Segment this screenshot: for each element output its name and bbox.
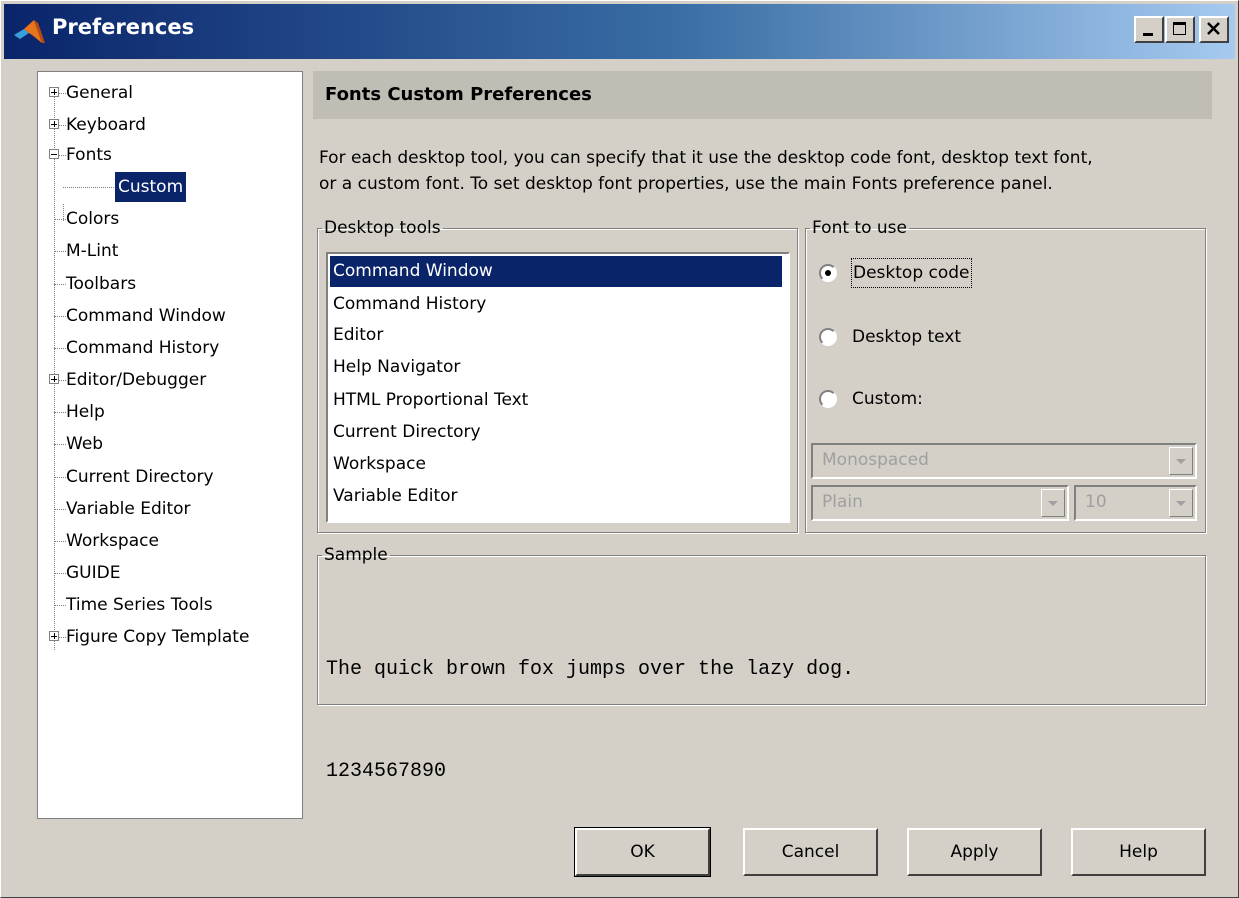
description-line-1: For each desktop tool, you can specify t… [319, 148, 1093, 168]
expand-icon[interactable] [49, 119, 59, 129]
matlab-logo-icon [14, 20, 45, 43]
dropdown-arrow-icon[interactable] [1041, 489, 1065, 517]
minimize-button[interactable] [1134, 16, 1164, 43]
radio-label: Desktop text [852, 327, 962, 347]
list-item-editor[interactable]: Editor [330, 320, 782, 351]
ok-button[interactable]: OK [574, 827, 711, 877]
maximize-icon [1173, 22, 1186, 35]
font-family-select[interactable]: Monospaced [811, 443, 1197, 479]
desktop-tools-legend: Desktop tools [324, 218, 441, 238]
preferences-window: Preferences General Keyboard Fonts Custo… [0, 0, 1239, 898]
sample-line-2: 1234567890 [326, 760, 447, 783]
collapse-icon[interactable] [49, 149, 59, 159]
desktop-tools-list[interactable]: Command Window Command History Editor He… [326, 252, 790, 523]
sample-legend: Sample [324, 545, 388, 565]
list-item-current-directory[interactable]: Current Directory [330, 417, 782, 448]
font-size-select[interactable]: 10 [1074, 485, 1197, 521]
minimize-icon [1143, 33, 1153, 36]
tree-connector [54, 96, 55, 650]
apply-button[interactable]: Apply [907, 828, 1042, 876]
help-button[interactable]: Help [1071, 828, 1206, 876]
list-item-workspace[interactable]: Workspace [330, 449, 782, 480]
font-to-use-legend: Font to use [812, 218, 907, 238]
expand-icon[interactable] [49, 87, 59, 97]
description-line-2: or a custom font. To set desktop font pr… [319, 174, 1053, 194]
expand-icon[interactable] [49, 374, 59, 384]
panel-header: Fonts Custom Preferences [313, 71, 1212, 119]
dropdown-arrow-icon[interactable] [1169, 489, 1193, 517]
radio-button[interactable] [819, 390, 837, 408]
radio-button-selected[interactable] [819, 264, 837, 282]
window-title: Preferences [52, 15, 195, 39]
list-item-html-proportional-text[interactable]: HTML Proportional Text [330, 385, 782, 416]
sample-text: The quick brown fox jumps over the lazy … [326, 585, 854, 857]
font-style-select[interactable]: Plain [811, 485, 1069, 521]
panel-description: For each desktop tool, you can specify t… [319, 145, 1219, 197]
list-item-help-navigator[interactable]: Help Navigator [330, 352, 782, 383]
panel-title: Fonts Custom Preferences [325, 84, 592, 105]
list-item-command-window[interactable]: Command Window [330, 256, 782, 287]
cancel-button[interactable]: Cancel [743, 828, 878, 876]
dropdown-arrow-icon[interactable] [1169, 447, 1193, 475]
close-icon [1207, 22, 1220, 35]
title-bar[interactable]: Preferences [4, 4, 1235, 59]
close-button[interactable] [1199, 16, 1229, 43]
preferences-tree[interactable]: General Keyboard Fonts Custom Colors M-L… [37, 71, 303, 819]
radio-label: Custom: [852, 389, 923, 409]
radio-label: Desktop code [851, 258, 972, 288]
sample-line-1: The quick brown fox jumps over the lazy … [326, 658, 855, 681]
expand-icon[interactable] [49, 631, 59, 641]
radio-button[interactable] [819, 328, 837, 346]
maximize-button[interactable] [1165, 16, 1195, 43]
list-item-variable-editor[interactable]: Variable Editor [330, 481, 782, 512]
list-item-command-history[interactable]: Command History [330, 289, 782, 320]
